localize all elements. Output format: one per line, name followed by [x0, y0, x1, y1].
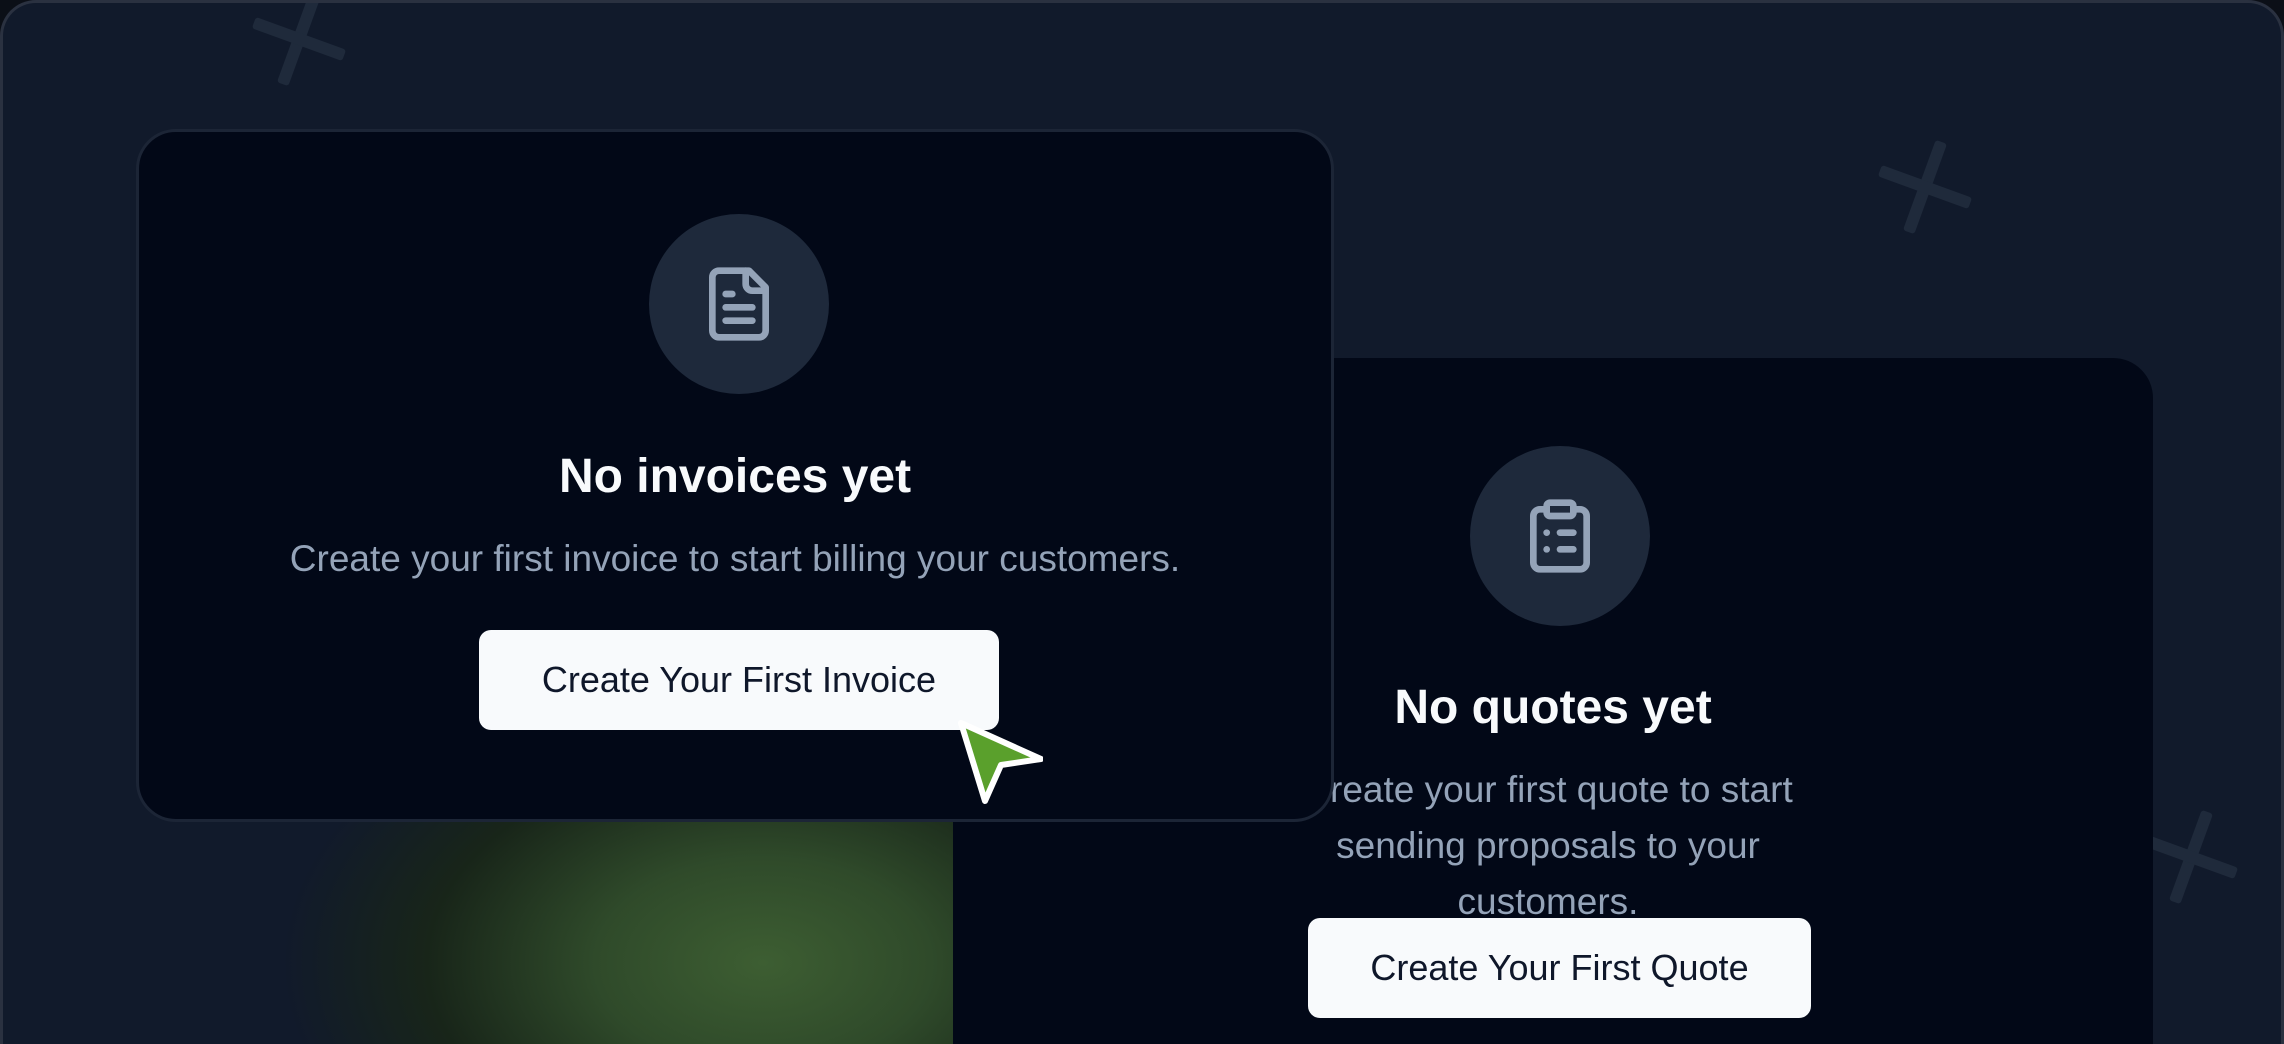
create-first-quote-button[interactable]: Create Your First Quote	[1308, 918, 1811, 1018]
decorative-plus-icon	[251, 3, 347, 87]
quotes-icon-circle	[1470, 446, 1650, 626]
file-text-icon	[709, 267, 769, 341]
quotes-empty-description: Create your first quote to start sending…	[1303, 769, 1793, 922]
invoices-icon-circle	[649, 214, 829, 394]
invoices-empty-state-card: No invoices yet Create your first invoic…	[136, 129, 1334, 822]
app-window: No quotes yet Create your first quote to…	[0, 0, 2284, 1044]
invoices-empty-title: No invoices yet	[558, 450, 912, 503]
invoices-empty-description: Create your first invoice to start billi…	[289, 538, 1181, 579]
clipboard-list-icon	[1530, 499, 1590, 573]
pointer-cursor-icon	[958, 720, 1043, 804]
decorative-plus-icon	[1877, 139, 1973, 235]
create-first-invoice-button[interactable]: Create Your First Invoice	[479, 630, 999, 730]
decorative-plus-icon	[2143, 809, 2239, 905]
